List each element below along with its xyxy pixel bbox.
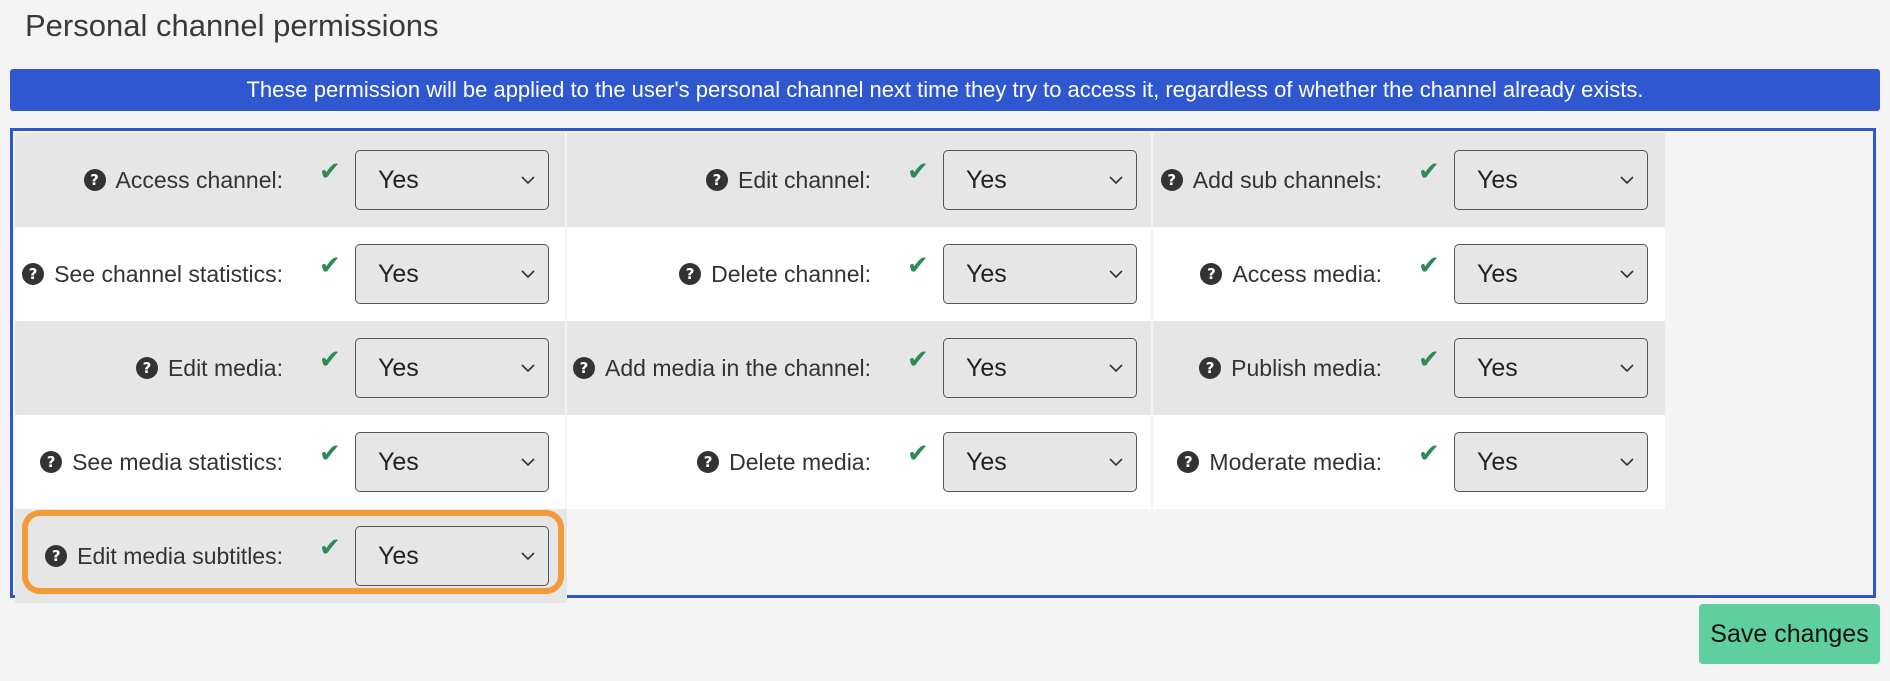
permission-label: See channel statistics: [54,260,283,287]
permission-label: Edit media: [167,354,283,381]
permission-row: ? See media statistics: ✔ Yes ? Delete medi… [15,415,1665,509]
help-icon[interactable]: ? [22,263,45,285]
permission-label: Publish media: [1231,354,1382,381]
help-icon[interactable]: ? [135,357,158,379]
help-icon[interactable]: ? [573,357,596,379]
checkmark-icon: ✔ [1418,157,1440,187]
permission-row: ? See channel statistics: ✔ Yes ? Delete ch… [15,227,1665,321]
permission-label: Moderate media: [1209,448,1382,475]
help-icon[interactable]: ? [1200,263,1223,285]
help-icon[interactable]: ? [83,169,106,191]
permission-label: Delete media: [729,448,871,475]
save-changes-button[interactable]: Save changes [1699,604,1880,664]
help-icon[interactable]: ? [45,545,68,567]
chevron-down-icon [521,458,535,467]
checkmark-icon: ✔ [907,345,929,375]
permission-select[interactable]: Yes [355,150,549,210]
permission-select[interactable]: Yes [1454,338,1648,398]
permission-select[interactable]: Yes [943,244,1137,304]
permission-label: Access media: [1232,260,1382,287]
permission-label: Add sub channels: [1192,166,1382,193]
permissions-table: ? Access channel: ✔ Yes ? Edit channel: ✔ Ye… [10,128,1876,603]
permission-row: ? Access channel: ✔ Yes ? Edit channel: ✔ Ye… [15,133,1665,227]
help-icon[interactable]: ? [1160,169,1183,191]
permission-select[interactable]: Yes [355,244,549,304]
checkmark-icon: ✔ [1418,439,1440,469]
permission-select[interactable]: Yes [1454,244,1648,304]
chevron-down-icon [1109,176,1123,185]
permission-row: ? Edit media subtitles: ✔ Yes [15,509,567,603]
help-icon[interactable]: ? [40,451,63,473]
chevron-down-icon [521,552,535,561]
checkmark-icon: ✔ [319,533,341,563]
permission-label: Access channel: [115,166,283,193]
help-icon[interactable]: ? [706,169,729,191]
chevron-down-icon [1109,364,1123,373]
checkmark-icon: ✔ [319,439,341,469]
permission-label: Edit media subtitles: [77,542,283,569]
checkmark-icon: ✔ [319,251,341,281]
chevron-down-icon [521,176,535,185]
checkmark-icon: ✔ [319,157,341,187]
help-icon[interactable]: ? [679,263,702,285]
chevron-down-icon [521,270,535,279]
permission-select[interactable]: Yes [943,338,1137,398]
checkmark-icon: ✔ [907,157,929,187]
help-icon[interactable]: ? [697,451,720,473]
chevron-down-icon [1620,458,1634,467]
checkmark-icon: ✔ [907,439,929,469]
permission-select[interactable]: Yes [355,526,549,586]
permission-label: Delete channel: [711,260,871,287]
chevron-down-icon [521,364,535,373]
checkmark-icon: ✔ [1418,251,1440,281]
permission-label: See media statistics: [72,448,283,475]
chevron-down-icon [1109,458,1123,467]
permission-select[interactable]: Yes [943,432,1137,492]
permission-label: Edit channel: [738,166,871,193]
chevron-down-icon [1620,176,1634,185]
permission-select[interactable]: Yes [943,150,1137,210]
permission-select[interactable]: Yes [1454,432,1648,492]
chevron-down-icon [1620,364,1634,373]
chevron-down-icon [1620,270,1634,279]
page-title: Personal channel permissions [25,8,439,43]
info-banner: These permission will be applied to the … [10,69,1880,111]
checkmark-icon: ✔ [1418,345,1440,375]
permission-label: Add media in the channel: [605,354,871,381]
permission-select[interactable]: Yes [355,338,549,398]
permission-row: ? Edit media: ✔ Yes ? Add media in the chan… [15,321,1665,415]
permission-select[interactable]: Yes [1454,150,1648,210]
help-icon[interactable]: ? [1199,357,1222,379]
permission-select[interactable]: Yes [355,432,549,492]
checkmark-icon: ✔ [319,345,341,375]
chevron-down-icon [1109,270,1123,279]
checkmark-icon: ✔ [907,251,929,281]
help-icon[interactable]: ? [1177,451,1200,473]
